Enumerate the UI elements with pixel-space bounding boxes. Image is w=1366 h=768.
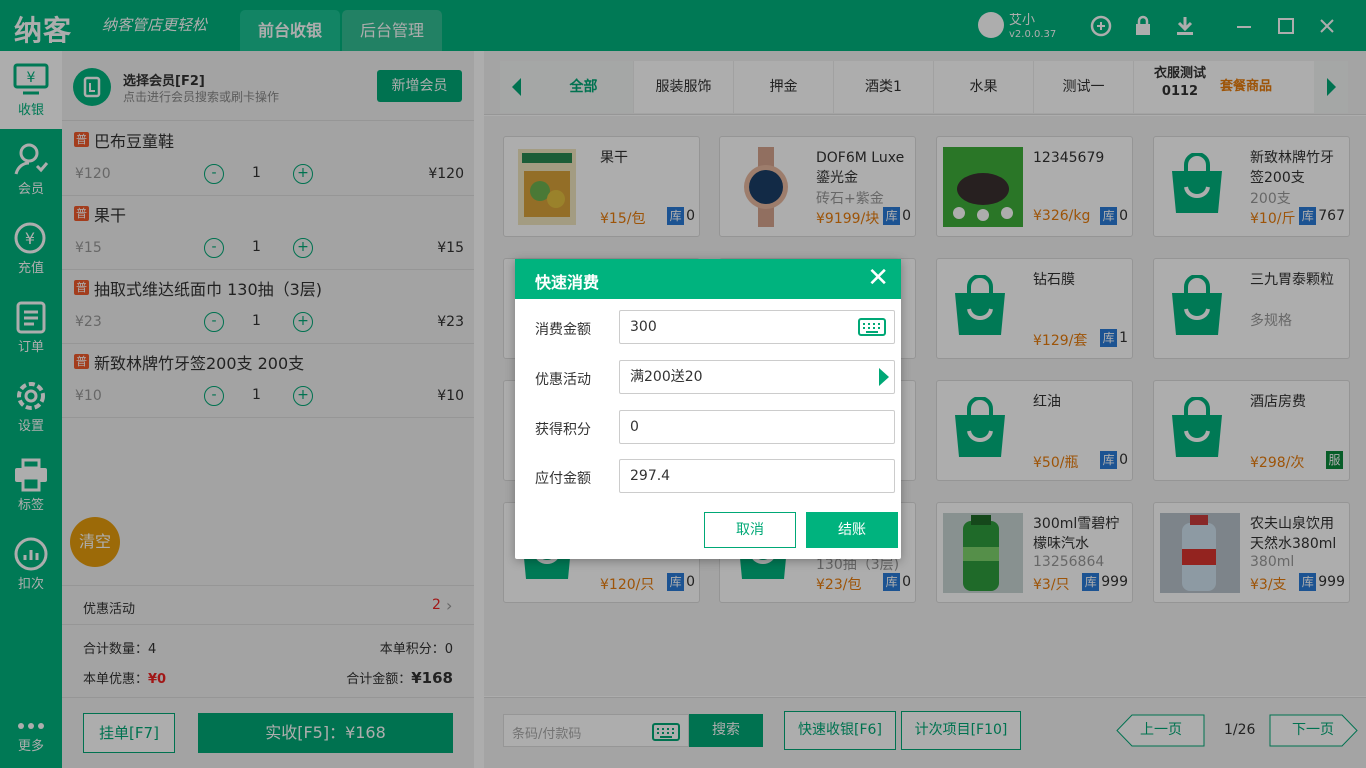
dialog-header: 快速消费 ✕	[515, 259, 901, 299]
promo-select[interactable]: 满200送20	[619, 360, 895, 394]
quick-consume-dialog: 快速消费 ✕ 消费金额 300 优惠活动 满200送20 获得积分 0 应付金额…	[515, 259, 901, 559]
payable-label: 应付金额	[535, 471, 591, 487]
dialog-title: 快速消费	[535, 273, 600, 292]
keyboard-icon[interactable]	[858, 318, 886, 336]
amount-label: 消费金额	[535, 322, 591, 338]
promo-label: 优惠活动	[535, 372, 591, 388]
points-label: 获得积分	[535, 422, 591, 438]
payable-input[interactable]: 297.4	[619, 459, 895, 493]
promo-value: 满200送20	[630, 369, 703, 385]
checkout-button[interactable]: 结账	[806, 512, 898, 548]
close-icon[interactable]: ✕	[867, 265, 889, 291]
triangle-right-icon	[879, 368, 889, 386]
amount-input[interactable]: 300	[619, 310, 895, 344]
amount-value: 300	[630, 319, 657, 335]
points-input[interactable]: 0	[619, 410, 895, 444]
cancel-button[interactable]: 取消	[704, 512, 796, 548]
